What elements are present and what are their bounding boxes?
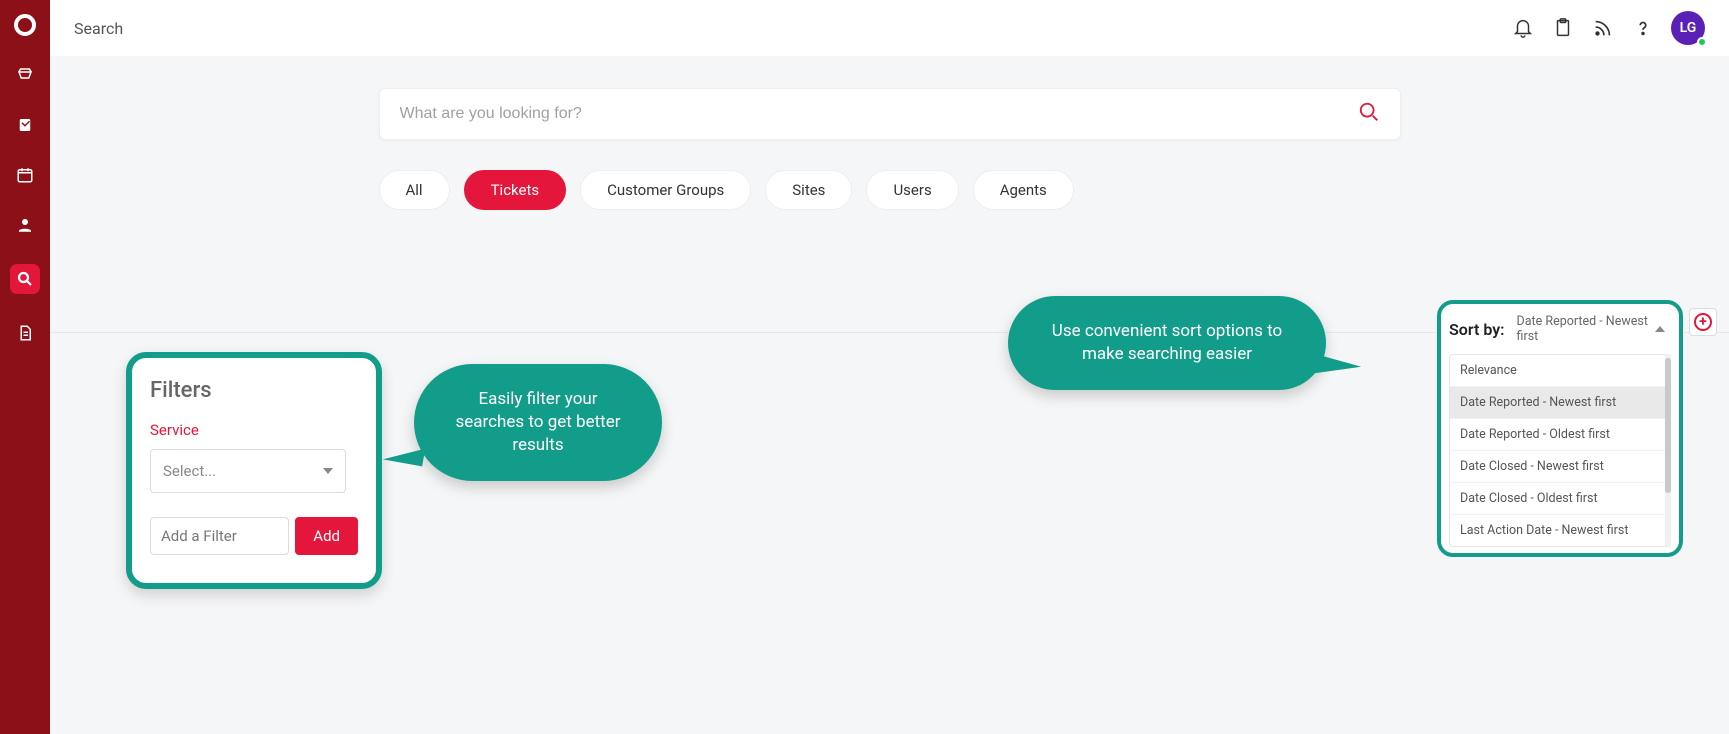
tab-users[interactable]: Users [866,170,958,210]
sort-label: Sort by: [1449,320,1505,339]
help-icon[interactable] [1623,8,1663,48]
plus-icon: + [1694,313,1712,331]
sort-options-list: Relevance Date Reported - Newest first D… [1449,354,1671,547]
callout-tail-icon [383,441,426,466]
chevron-down-icon [323,468,333,474]
presence-indicator [1697,37,1707,47]
rail-user-icon[interactable] [14,214,36,236]
rss-icon[interactable] [1583,8,1623,48]
callout-sort: Use convenient sort options to make sear… [1008,296,1326,390]
service-select[interactable]: Select... [150,449,346,493]
callout-filters-text: Easily filter your searches to get bette… [455,389,620,455]
sort-option[interactable]: Relevance [1450,355,1670,387]
filters-panel: Filters Service Select... Add a Filter A… [126,352,382,589]
tab-sites[interactable]: Sites [765,170,852,210]
add-filter-placeholder: Add a Filter [161,527,237,545]
avatar[interactable]: LG [1671,11,1705,45]
filter-group-label: Service [150,421,358,439]
logo-icon[interactable] [14,14,36,36]
search-input[interactable] [400,105,1358,123]
callout-tail-icon [1313,347,1361,373]
avatar-initials: LG [1680,20,1697,36]
sort-select[interactable]: Date Reported - Newest first [1511,310,1671,348]
sort-option[interactable]: Last Action Date - Newest first [1450,515,1670,546]
sort-option[interactable]: Date Reported - Newest first [1450,387,1670,419]
clipboard-icon[interactable] [1543,8,1583,48]
rail-search-icon[interactable] [10,264,40,294]
left-rail [0,0,50,734]
rail-document-icon[interactable] [14,322,36,344]
tab-customer-groups[interactable]: Customer Groups [580,170,751,210]
service-select-placeholder: Select... [163,462,216,480]
rail-calendar-icon[interactable] [14,164,36,186]
search-icon[interactable] [1358,101,1380,127]
add-sort-button[interactable]: + [1689,308,1717,336]
tab-all[interactable]: All [379,170,450,210]
sort-option[interactable]: Date Reported - Oldest first [1450,419,1670,451]
sort-panel: Sort by: Date Reported - Newest first Re… [1437,300,1683,557]
add-button[interactable]: Add [295,517,358,555]
rail-ticket-icon[interactable] [14,64,36,86]
sort-selected: Date Reported - Newest first [1517,314,1649,344]
scrollbar[interactable] [1665,354,1671,547]
tab-agents[interactable]: Agents [973,170,1074,210]
chevron-up-icon [1655,326,1665,332]
callout-sort-text: Use convenient sort options to make sear… [1052,321,1282,364]
search-tabs: All Tickets Customer Groups Sites Users … [379,170,1401,210]
sort-option[interactable]: Date Closed - Newest first [1450,451,1670,483]
topbar: Search LG [50,0,1729,56]
bell-icon[interactable] [1503,8,1543,48]
search-box[interactable] [379,88,1401,140]
add-filter-select[interactable]: Add a Filter [150,517,289,555]
sort-option[interactable]: Date Closed - Oldest first [1450,483,1670,515]
tab-tickets[interactable]: Tickets [464,170,567,210]
rail-note-icon[interactable] [14,114,36,136]
filters-title: Filters [150,378,358,403]
callout-filters: Easily filter your searches to get bette… [414,364,662,481]
page-title: Search [74,19,123,38]
